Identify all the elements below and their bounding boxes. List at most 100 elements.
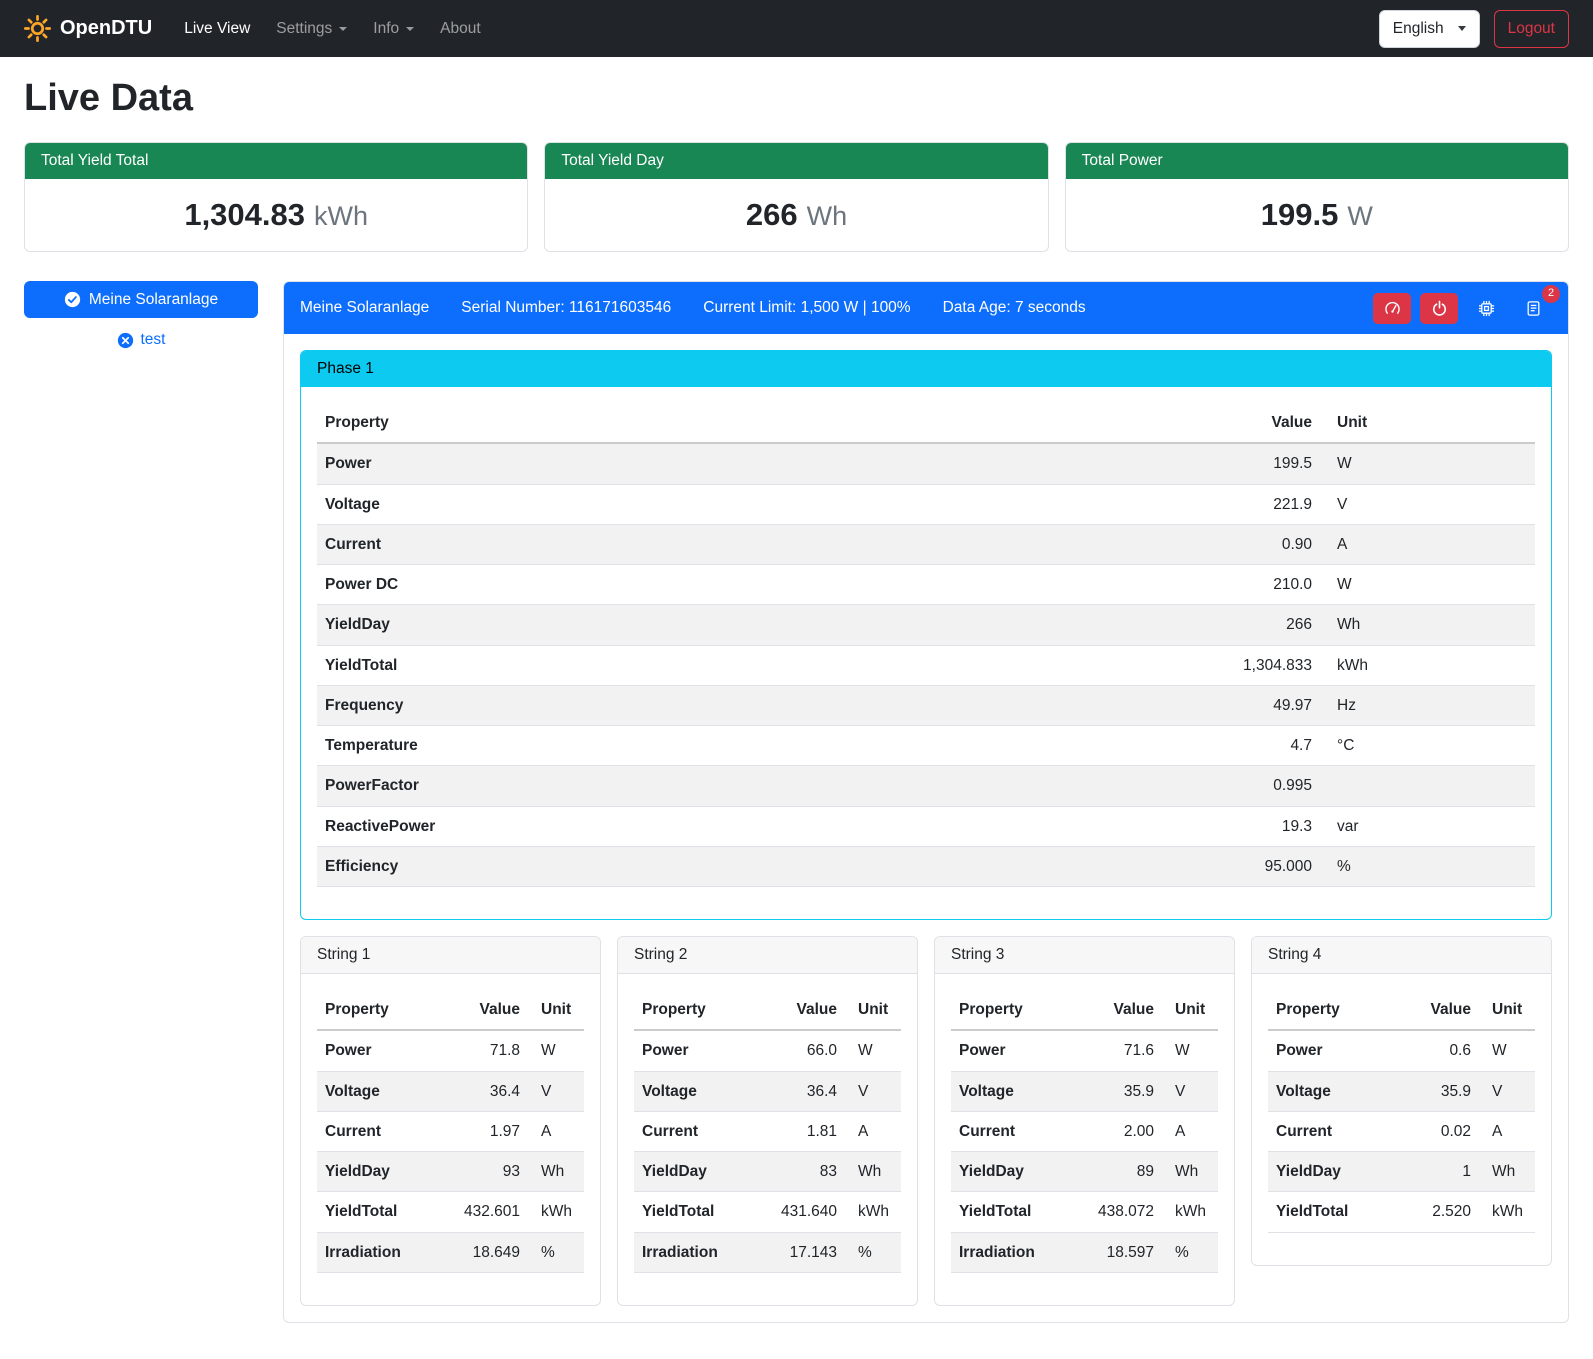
table-row: Voltage35.9V: [951, 1071, 1218, 1111]
value-cell: 0.90: [1180, 524, 1320, 564]
property-cell: YieldTotal: [634, 1192, 761, 1232]
property-cell: YieldDay: [317, 605, 1180, 645]
column-header: Value: [1180, 403, 1320, 443]
table-row: Power71.6W: [951, 1030, 1218, 1071]
speedometer-button[interactable]: [1373, 293, 1411, 324]
unit-cell: W: [1162, 1030, 1218, 1071]
phase-body: PropertyValueUnitPower199.5WVoltage221.9…: [301, 387, 1551, 919]
table-row: YieldTotal432.601kWh: [317, 1192, 584, 1232]
value-cell: 1.81: [761, 1111, 845, 1151]
unit-cell: [1320, 766, 1535, 806]
string-table: PropertyValueUnitPower0.6WVoltage35.9VCu…: [1268, 990, 1535, 1233]
value-cell: 36.4: [444, 1071, 528, 1111]
card-title: Total Yield Total: [25, 143, 527, 179]
table-row: YieldDay1Wh: [1268, 1152, 1535, 1192]
table-row: Current0.02A: [1268, 1111, 1535, 1151]
nav-item-live-view[interactable]: Live View: [172, 12, 262, 46]
nav-item-label: Settings: [276, 20, 332, 38]
card-unit: W: [1347, 201, 1372, 231]
string-card-2: String 2PropertyValueUnitPower66.0WVolta…: [617, 936, 918, 1306]
power-icon: [1431, 300, 1448, 317]
property-cell: Power: [634, 1030, 761, 1071]
value-cell: 438.072: [1078, 1192, 1162, 1232]
sidebar-item-meine-solaranlage[interactable]: Meine Solaranlage: [24, 281, 258, 318]
column-header: Property: [634, 990, 761, 1030]
table-header-row: PropertyValueUnit: [1268, 990, 1535, 1030]
logout-button[interactable]: Logout: [1494, 10, 1569, 48]
panel-buttons: 2: [1373, 293, 1552, 324]
value-cell: 17.143: [761, 1232, 845, 1272]
language-select[interactable]: English: [1379, 10, 1480, 48]
journal-icon: [1525, 300, 1542, 317]
inverter-serial: Serial Number: 116171603546: [461, 299, 671, 317]
nav-item-info[interactable]: Info: [361, 12, 426, 46]
property-cell: Voltage: [1268, 1071, 1395, 1111]
language-value: English: [1393, 20, 1444, 38]
property-cell: Current: [634, 1111, 761, 1151]
unit-cell: V: [528, 1071, 584, 1111]
string-card-body: PropertyValueUnitPower0.6WVoltage35.9VCu…: [1252, 974, 1551, 1265]
property-cell: Current: [317, 524, 1180, 564]
property-cell: YieldDay: [634, 1152, 761, 1192]
sidebar-item-test[interactable]: test: [24, 331, 258, 349]
strings-row: String 1PropertyValueUnitPower71.8WVolta…: [300, 936, 1552, 1306]
table-row: Voltage36.4V: [317, 1071, 584, 1111]
total-power-card: Total Power 199.5W: [1065, 142, 1569, 252]
table-header-row: PropertyValueUnit: [317, 403, 1535, 443]
property-cell: Temperature: [317, 726, 1180, 766]
table-header-row: PropertyValueUnit: [634, 990, 901, 1030]
string-card-body: PropertyValueUnitPower71.8WVoltage36.4VC…: [301, 974, 600, 1305]
content-row: Meine Solaranlage test Meine Solaranlage…: [24, 281, 1569, 1323]
column-header: Value: [1395, 990, 1479, 1030]
unit-cell: kWh: [1162, 1192, 1218, 1232]
table-row: YieldTotal2.520kWh: [1268, 1192, 1535, 1232]
cpu-button[interactable]: [1467, 293, 1505, 324]
unit-cell: Wh: [845, 1152, 901, 1192]
table-row: Power66.0W: [634, 1030, 901, 1071]
journal-button[interactable]: 2: [1514, 293, 1552, 324]
value-cell: 2.520: [1395, 1192, 1479, 1232]
nav-item-about[interactable]: About: [428, 12, 493, 46]
summary-cards: Total Yield Total 1,304.83kWh Total Yiel…: [24, 142, 1569, 252]
table-row: YieldDay89Wh: [951, 1152, 1218, 1192]
value-cell: 71.6: [1078, 1030, 1162, 1071]
column-header: Property: [317, 403, 1180, 443]
unit-cell: Wh: [528, 1152, 584, 1192]
column-header: Unit: [1162, 990, 1218, 1030]
table-row: Power71.8W: [317, 1030, 584, 1071]
property-cell: Frequency: [317, 685, 1180, 725]
property-cell: Irradiation: [634, 1232, 761, 1272]
property-cell: Efficiency: [317, 846, 1180, 886]
x-circle-icon: [117, 332, 134, 349]
total-yield-total-card: Total Yield Total 1,304.83kWh: [24, 142, 528, 252]
string-card-1: String 1PropertyValueUnitPower71.8WVolta…: [300, 936, 601, 1306]
unit-cell: A: [528, 1111, 584, 1151]
table-row: Temperature4.7°C: [317, 726, 1535, 766]
sun-logo-icon: [24, 15, 51, 42]
column-header: Unit: [845, 990, 901, 1030]
value-cell: 18.649: [444, 1232, 528, 1272]
value-cell: 19.3: [1180, 806, 1320, 846]
value-cell: 1: [1395, 1152, 1479, 1192]
unit-cell: kWh: [1320, 645, 1535, 685]
column-header: Value: [1078, 990, 1162, 1030]
unit-cell: V: [1162, 1071, 1218, 1111]
card-value: 199.5: [1261, 197, 1339, 232]
property-cell: YieldTotal: [1268, 1192, 1395, 1232]
property-cell: Power: [1268, 1030, 1395, 1071]
nav-item-settings[interactable]: Settings: [264, 12, 359, 46]
unit-cell: W: [1320, 443, 1535, 484]
table-row: Voltage36.4V: [634, 1071, 901, 1111]
property-cell: Irradiation: [951, 1232, 1078, 1272]
unit-cell: %: [1162, 1232, 1218, 1272]
value-cell: 2.00: [1078, 1111, 1162, 1151]
value-cell: 432.601: [444, 1192, 528, 1232]
cpu-icon: [1478, 300, 1495, 317]
brand-link[interactable]: OpenDTU: [24, 15, 152, 42]
value-cell: 95.000: [1180, 846, 1320, 886]
power-button[interactable]: [1420, 293, 1458, 324]
unit-cell: %: [845, 1232, 901, 1272]
value-cell: 266: [1180, 605, 1320, 645]
table-row: Power DC210.0W: [317, 565, 1535, 605]
value-cell: 89: [1078, 1152, 1162, 1192]
